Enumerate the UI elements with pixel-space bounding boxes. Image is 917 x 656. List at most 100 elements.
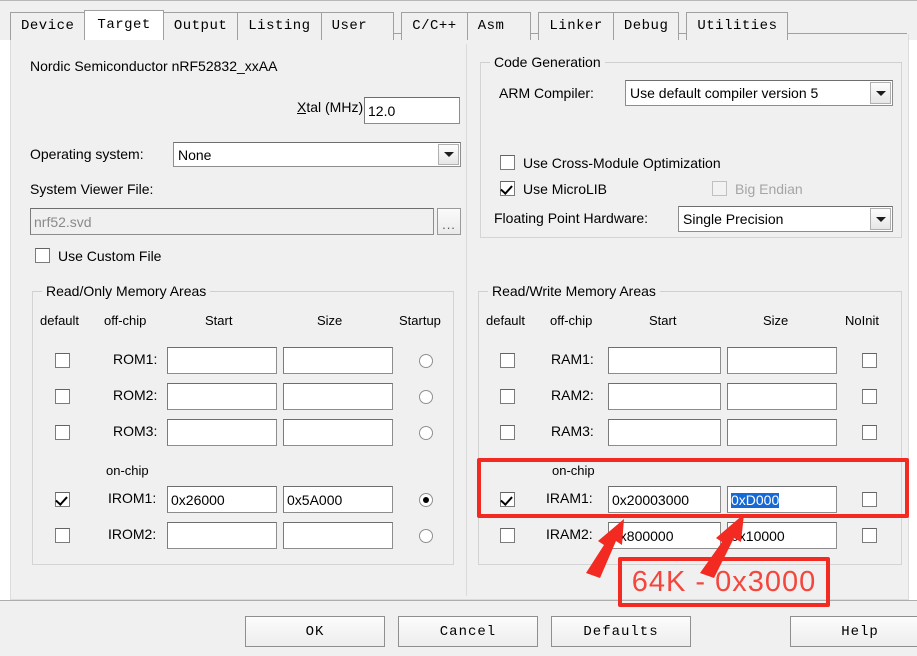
rom1-size-input[interactable] [283,347,393,374]
rom2-startup-radio[interactable] [419,390,433,404]
operating-system-value: None [178,146,212,163]
tab-debug[interactable]: Debug [612,12,680,40]
irom2-startup-radio[interactable] [419,529,433,543]
rw-header-start: Start [649,313,677,328]
rom1-startup-radio[interactable] [419,354,433,368]
big-endian-label: Big Endian [735,181,803,197]
irom2-size-input[interactable] [283,522,393,549]
chevron-down-icon[interactable] [870,82,891,104]
tab-device[interactable]: Device [10,12,86,40]
ram1-size-input[interactable] [727,347,837,374]
use-cross-module-optimization-label: Use Cross-Module Optimization [523,155,721,171]
use-cross-module-optimization-checkbox[interactable] [500,155,515,170]
rom1-default-checkbox[interactable] [55,353,70,368]
ram3-default-checkbox[interactable] [500,425,515,440]
big-endian-checkbox [712,181,727,196]
ram2-noinit-checkbox[interactable] [862,389,877,404]
ram3-noinit-checkbox[interactable] [862,425,877,440]
readwrite-memory-title: Read/Write Memory Areas [488,283,660,299]
iram1-default-checkbox[interactable] [500,492,515,507]
arm-compiler-select[interactable]: Use default compiler version 5 [625,80,893,106]
ram2-size-input[interactable] [727,383,837,410]
tab-user[interactable]: User [320,12,395,40]
irom1-start-input[interactable]: 0x26000 [167,486,277,513]
code-generation-title: Code Generation [490,54,605,70]
rw-onchip-label: on-chip [552,463,595,478]
irom2-start-input[interactable] [167,522,277,549]
xtal-label: Xtal (MHz): [297,99,367,115]
ram1-start-input[interactable] [608,347,721,374]
ram2-default-checkbox[interactable] [500,389,515,404]
ram3-size-input[interactable] [727,419,837,446]
ram2-label: RAM2: [551,387,594,403]
iram2-start-input[interactable]: 0x800000 [608,522,721,549]
rw-header-noinit: NoInit [845,313,879,328]
rom3-startup-radio[interactable] [419,426,433,440]
tab-target[interactable]: Target [84,10,164,40]
rom2-label: ROM2: [113,387,158,403]
defaults-button[interactable]: Defaults [551,616,691,647]
ram2-start-input[interactable] [608,383,721,410]
use-microlib-label: Use MicroLIB [523,181,608,197]
iram2-noinit-checkbox[interactable] [862,528,877,543]
ram1-default-checkbox[interactable] [500,353,515,368]
tab-output[interactable]: Output [162,12,239,40]
chevron-down-icon[interactable] [870,208,891,230]
annotation-note-text: 64K - 0x3000 [631,565,817,598]
tab-utilities[interactable]: Utilities [686,12,789,40]
iram2-default-checkbox[interactable] [500,528,515,543]
irom2-label: IROM2: [108,526,157,542]
rom3-label: ROM3: [113,423,158,439]
iram1-noinit-checkbox[interactable] [862,492,877,507]
rom2-start-input[interactable] [167,383,277,410]
irom1-size-input[interactable]: 0x5A000 [283,486,393,513]
arm-compiler-label: ARM Compiler: [499,85,594,101]
arm-compiler-value: Use default compiler version 5 [630,85,819,101]
operating-system-label: Operating system: [30,146,144,162]
rom1-start-input[interactable] [167,347,277,374]
rom3-size-input[interactable] [283,419,393,446]
ram1-label: RAM1: [551,351,594,367]
ro-header-startup: Startup [399,313,441,328]
rw-header-offchip: off-chip [550,313,593,328]
floating-point-hardware-value: Single Precision [683,211,784,227]
system-viewer-file-label: System Viewer File: [30,181,154,197]
rom3-default-checkbox[interactable] [55,425,70,440]
use-custom-file-checkbox[interactable] [35,248,50,263]
iram1-size-input[interactable]: 0xD000 [727,486,837,513]
system-viewer-file-input: nrf52.svd [30,208,434,235]
xtal-input[interactable]: 12.0 [364,97,460,124]
cancel-button[interactable]: Cancel [398,616,538,647]
chevron-down-icon[interactable] [438,144,459,165]
ok-button[interactable]: OK [245,616,385,647]
rom2-default-checkbox[interactable] [55,389,70,404]
operating-system-select[interactable]: None [173,142,461,167]
rom2-size-input[interactable] [283,383,393,410]
tab-linker[interactable]: Linker [538,12,614,40]
irom1-startup-radio[interactable] [419,493,433,507]
irom1-default-checkbox[interactable] [55,492,70,507]
floating-point-hardware-label: Floating Point Hardware: [494,210,649,226]
rw-header-size: Size [763,313,789,328]
ram1-noinit-checkbox[interactable] [862,353,877,368]
use-microlib-checkbox[interactable] [500,181,515,196]
iram2-size-input[interactable]: 0x10000 [727,522,837,549]
ro-onchip-label: on-chip [106,463,149,478]
tab-asm[interactable]: Asm [466,12,532,40]
panel-divider [466,44,467,596]
rom3-start-input[interactable] [167,419,277,446]
help-button[interactable]: Help [790,616,917,647]
ram3-start-input[interactable] [608,419,721,446]
floating-point-hardware-select[interactable]: Single Precision [678,206,893,232]
rom1-label: ROM1: [113,351,158,367]
irom2-default-checkbox[interactable] [55,528,70,543]
device-name-label: Nordic Semiconductor nRF52832_xxAA [30,58,278,74]
tab-c-cpp[interactable]: C/C++ [401,12,468,40]
iram1-start-input[interactable]: 0x20003000 [608,486,721,513]
ram3-label: RAM3: [551,423,594,439]
iram1-size-selected-text: 0xD000 [731,491,780,508]
browse-system-viewer-file-button[interactable]: ... [437,208,461,235]
ro-header-size: Size [317,313,343,328]
tab-bar: Device Target Output Listing User C/C++ … [0,6,917,40]
tab-listing[interactable]: Listing [237,12,322,40]
